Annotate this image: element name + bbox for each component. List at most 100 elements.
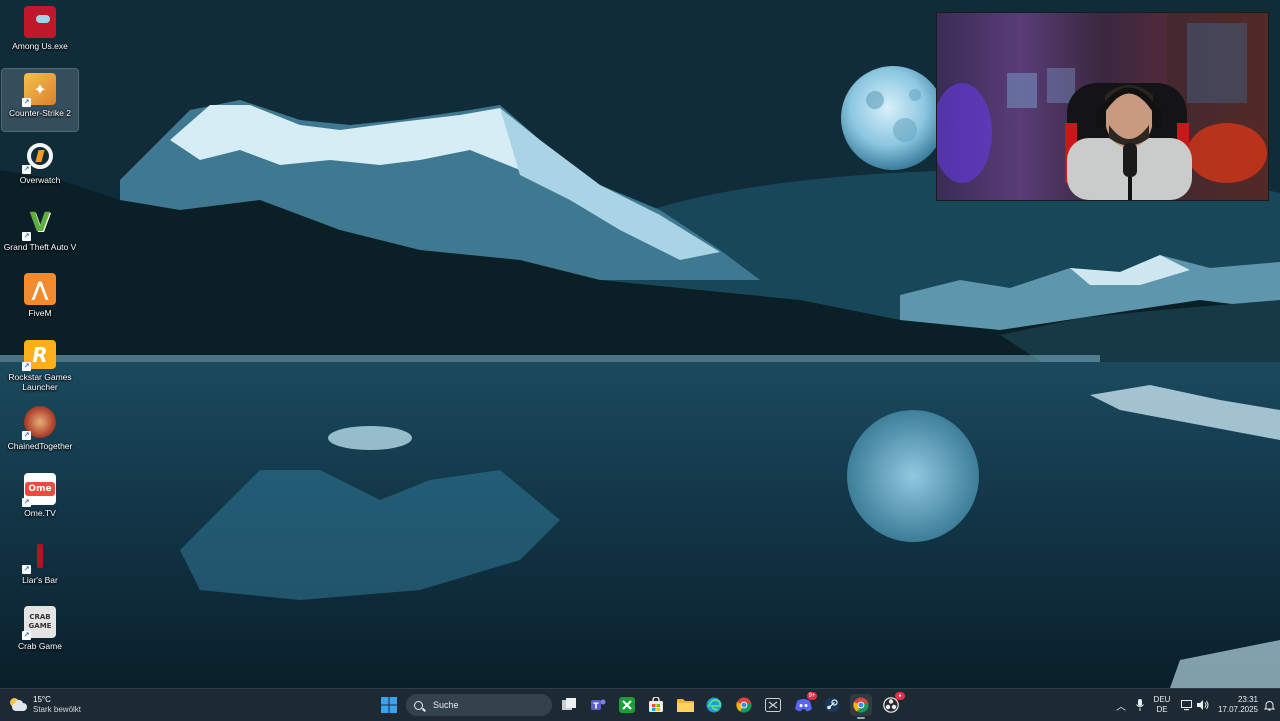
shortcut-arrow-icon: ↗ [22, 98, 31, 107]
taskbar: 15°C Stark bewölkt T [0, 688, 1280, 721]
xbox-button[interactable] [616, 694, 638, 716]
weather-widget[interactable]: 15°C Stark bewölkt [8, 693, 81, 717]
desktop-icon-label: Rockstar Games Launcher [8, 372, 72, 392]
desktop-icon-gta-v[interactable]: V ↗ Grand Theft Auto V [2, 203, 78, 265]
desktop-icon-chained-together[interactable]: ↗ ChainedTogether [2, 402, 78, 464]
desktop-icon-rockstar-launcher[interactable]: R ↗ Rockstar Games Launcher [2, 336, 78, 392]
desktop-icon-fivem[interactable]: ⋀ FiveM [2, 269, 78, 331]
bell-icon [1263, 700, 1275, 711]
edge-button[interactable] [703, 694, 725, 716]
desktop-icon-label: ChainedTogether [7, 441, 73, 451]
liars-bar-icon: ↗ [22, 540, 56, 574]
volume-tray-button[interactable] [1196, 689, 1210, 721]
desktop-icon-label: Grand Theft Auto V [3, 242, 77, 252]
taskbar-search[interactable] [406, 694, 552, 716]
steam-button[interactable] [821, 694, 843, 716]
obs-recording-badge: ● [895, 692, 905, 700]
moon-reflection [847, 410, 979, 542]
desktop-icon-overwatch[interactable]: ↗ Overwatch [2, 136, 78, 198]
shortcut-arrow-icon: ↗ [22, 565, 31, 574]
desktop-icon-label: Ome.TV [24, 508, 56, 518]
fivem-glyph: ⋀ [31, 277, 49, 301]
network-tray-button[interactable] [1180, 689, 1194, 721]
store-icon [649, 697, 663, 712]
system-tray: ︿ DEU DE 23:31 17.07.2025 [1110, 689, 1280, 721]
desktop-icon-liars-bar[interactable]: ↗ Liar's Bar [2, 536, 78, 598]
discord-notification-badge: 9+ [807, 692, 817, 700]
search-icon [414, 700, 423, 710]
chevron-up-icon: ︿ [1116, 701, 1126, 713]
shortcut-arrow-icon: ↗ [22, 431, 31, 440]
windows-logo-icon [381, 697, 397, 713]
search-input[interactable] [431, 699, 545, 711]
webcam-overlay [936, 12, 1269, 201]
cloud-sun-icon [8, 697, 28, 713]
gta-v-glyph: V [29, 208, 51, 238]
chained-together-icon: ↗ [22, 406, 56, 440]
desktop-icon-label: Among Us.exe [12, 41, 68, 51]
svg-text:T: T [593, 702, 599, 711]
language-indicator[interactable]: DEU DE [1150, 689, 1174, 721]
webcam-scene [937, 13, 1268, 200]
obs-button[interactable]: ● [880, 692, 905, 716]
shortcut-arrow-icon: ↗ [22, 498, 31, 507]
fivem-icon: ⋀ [24, 273, 56, 305]
desktop-icon-label: FiveM [28, 308, 52, 318]
store-button[interactable] [645, 694, 667, 716]
teams-icon: T [591, 699, 606, 711]
desktop-icon-counter-strike-2[interactable]: ✦ ↗ Counter-Strike 2 [1, 68, 79, 132]
snip-icon [765, 698, 781, 712]
gta-v-icon: V ↗ [22, 207, 56, 241]
desktop-icon-crab-game[interactable]: CRAB GAME ↗ Crab Game [2, 602, 78, 664]
chrome-profile-button[interactable] [850, 694, 872, 719]
microphone-tray-button[interactable] [1132, 689, 1148, 721]
moon [841, 66, 945, 170]
language-code: DEU [1153, 695, 1171, 704]
clock-time: 23:31 [1237, 695, 1258, 704]
steam-icon [824, 697, 840, 713]
discord-icon [794, 699, 812, 712]
tray-overflow-button[interactable]: ︿ [1114, 689, 1128, 721]
overwatch-icon: ↗ [22, 140, 56, 174]
chrome-button[interactable] [733, 694, 755, 716]
counter-strike-2-icon: ✦ ↗ [22, 73, 56, 107]
rockstar-glyph: R [32, 342, 48, 367]
shortcut-arrow-icon: ↗ [22, 232, 31, 241]
desktop-icon-label: Crab Game [18, 641, 62, 651]
edge-icon [706, 697, 722, 713]
task-view-icon [562, 698, 576, 710]
weather-temperature: 15°C [33, 695, 51, 704]
keyboard-layout: DE [1156, 705, 1168, 714]
notifications-button[interactable] [1262, 689, 1276, 721]
discord-button[interactable]: 9+ [792, 692, 817, 716]
crab-game-icon: CRAB GAME ↗ [22, 606, 56, 640]
shortcut-arrow-icon: ↗ [22, 165, 31, 174]
rockstar-launcher-icon: R ↗ [22, 340, 56, 371]
ome-tv-icon: Ome ↗ [22, 473, 56, 507]
desktop-icon-label: Liar's Bar [22, 575, 58, 585]
chrome-icon [736, 697, 752, 713]
shortcut-arrow-icon: ↗ [22, 631, 31, 640]
network-icon [1181, 699, 1192, 710]
ome-tv-glyph: Ome [25, 482, 55, 496]
speaker-icon [1197, 700, 1209, 710]
start-button[interactable] [378, 694, 400, 716]
desktop-icon-among-us[interactable]: Among Us.exe [2, 2, 78, 64]
folder-icon [676, 698, 694, 712]
chrome-icon [853, 697, 869, 713]
crab-game-glyph: CRAB GAME [28, 613, 52, 630]
shortcut-arrow-icon: ↗ [22, 362, 31, 371]
among-us-icon [24, 6, 56, 38]
xbox-icon [619, 697, 635, 713]
teams-button[interactable]: T [587, 694, 609, 716]
task-view-button[interactable] [558, 694, 580, 716]
desktop-icon-label: Overwatch [19, 175, 61, 185]
snipping-tool-button[interactable] [762, 694, 784, 716]
desktop-icon-ome-tv[interactable]: Ome ↗ Ome.TV [2, 469, 78, 531]
clock-date: 17.07.2025 [1217, 705, 1258, 714]
clock[interactable]: 23:31 17.07.2025 [1214, 689, 1258, 721]
weather-condition: Stark bewölkt [33, 705, 82, 714]
desktop-icon-label: Counter-Strike 2 [9, 108, 71, 118]
microphone-icon [1136, 699, 1144, 711]
file-explorer-button[interactable] [674, 694, 696, 716]
